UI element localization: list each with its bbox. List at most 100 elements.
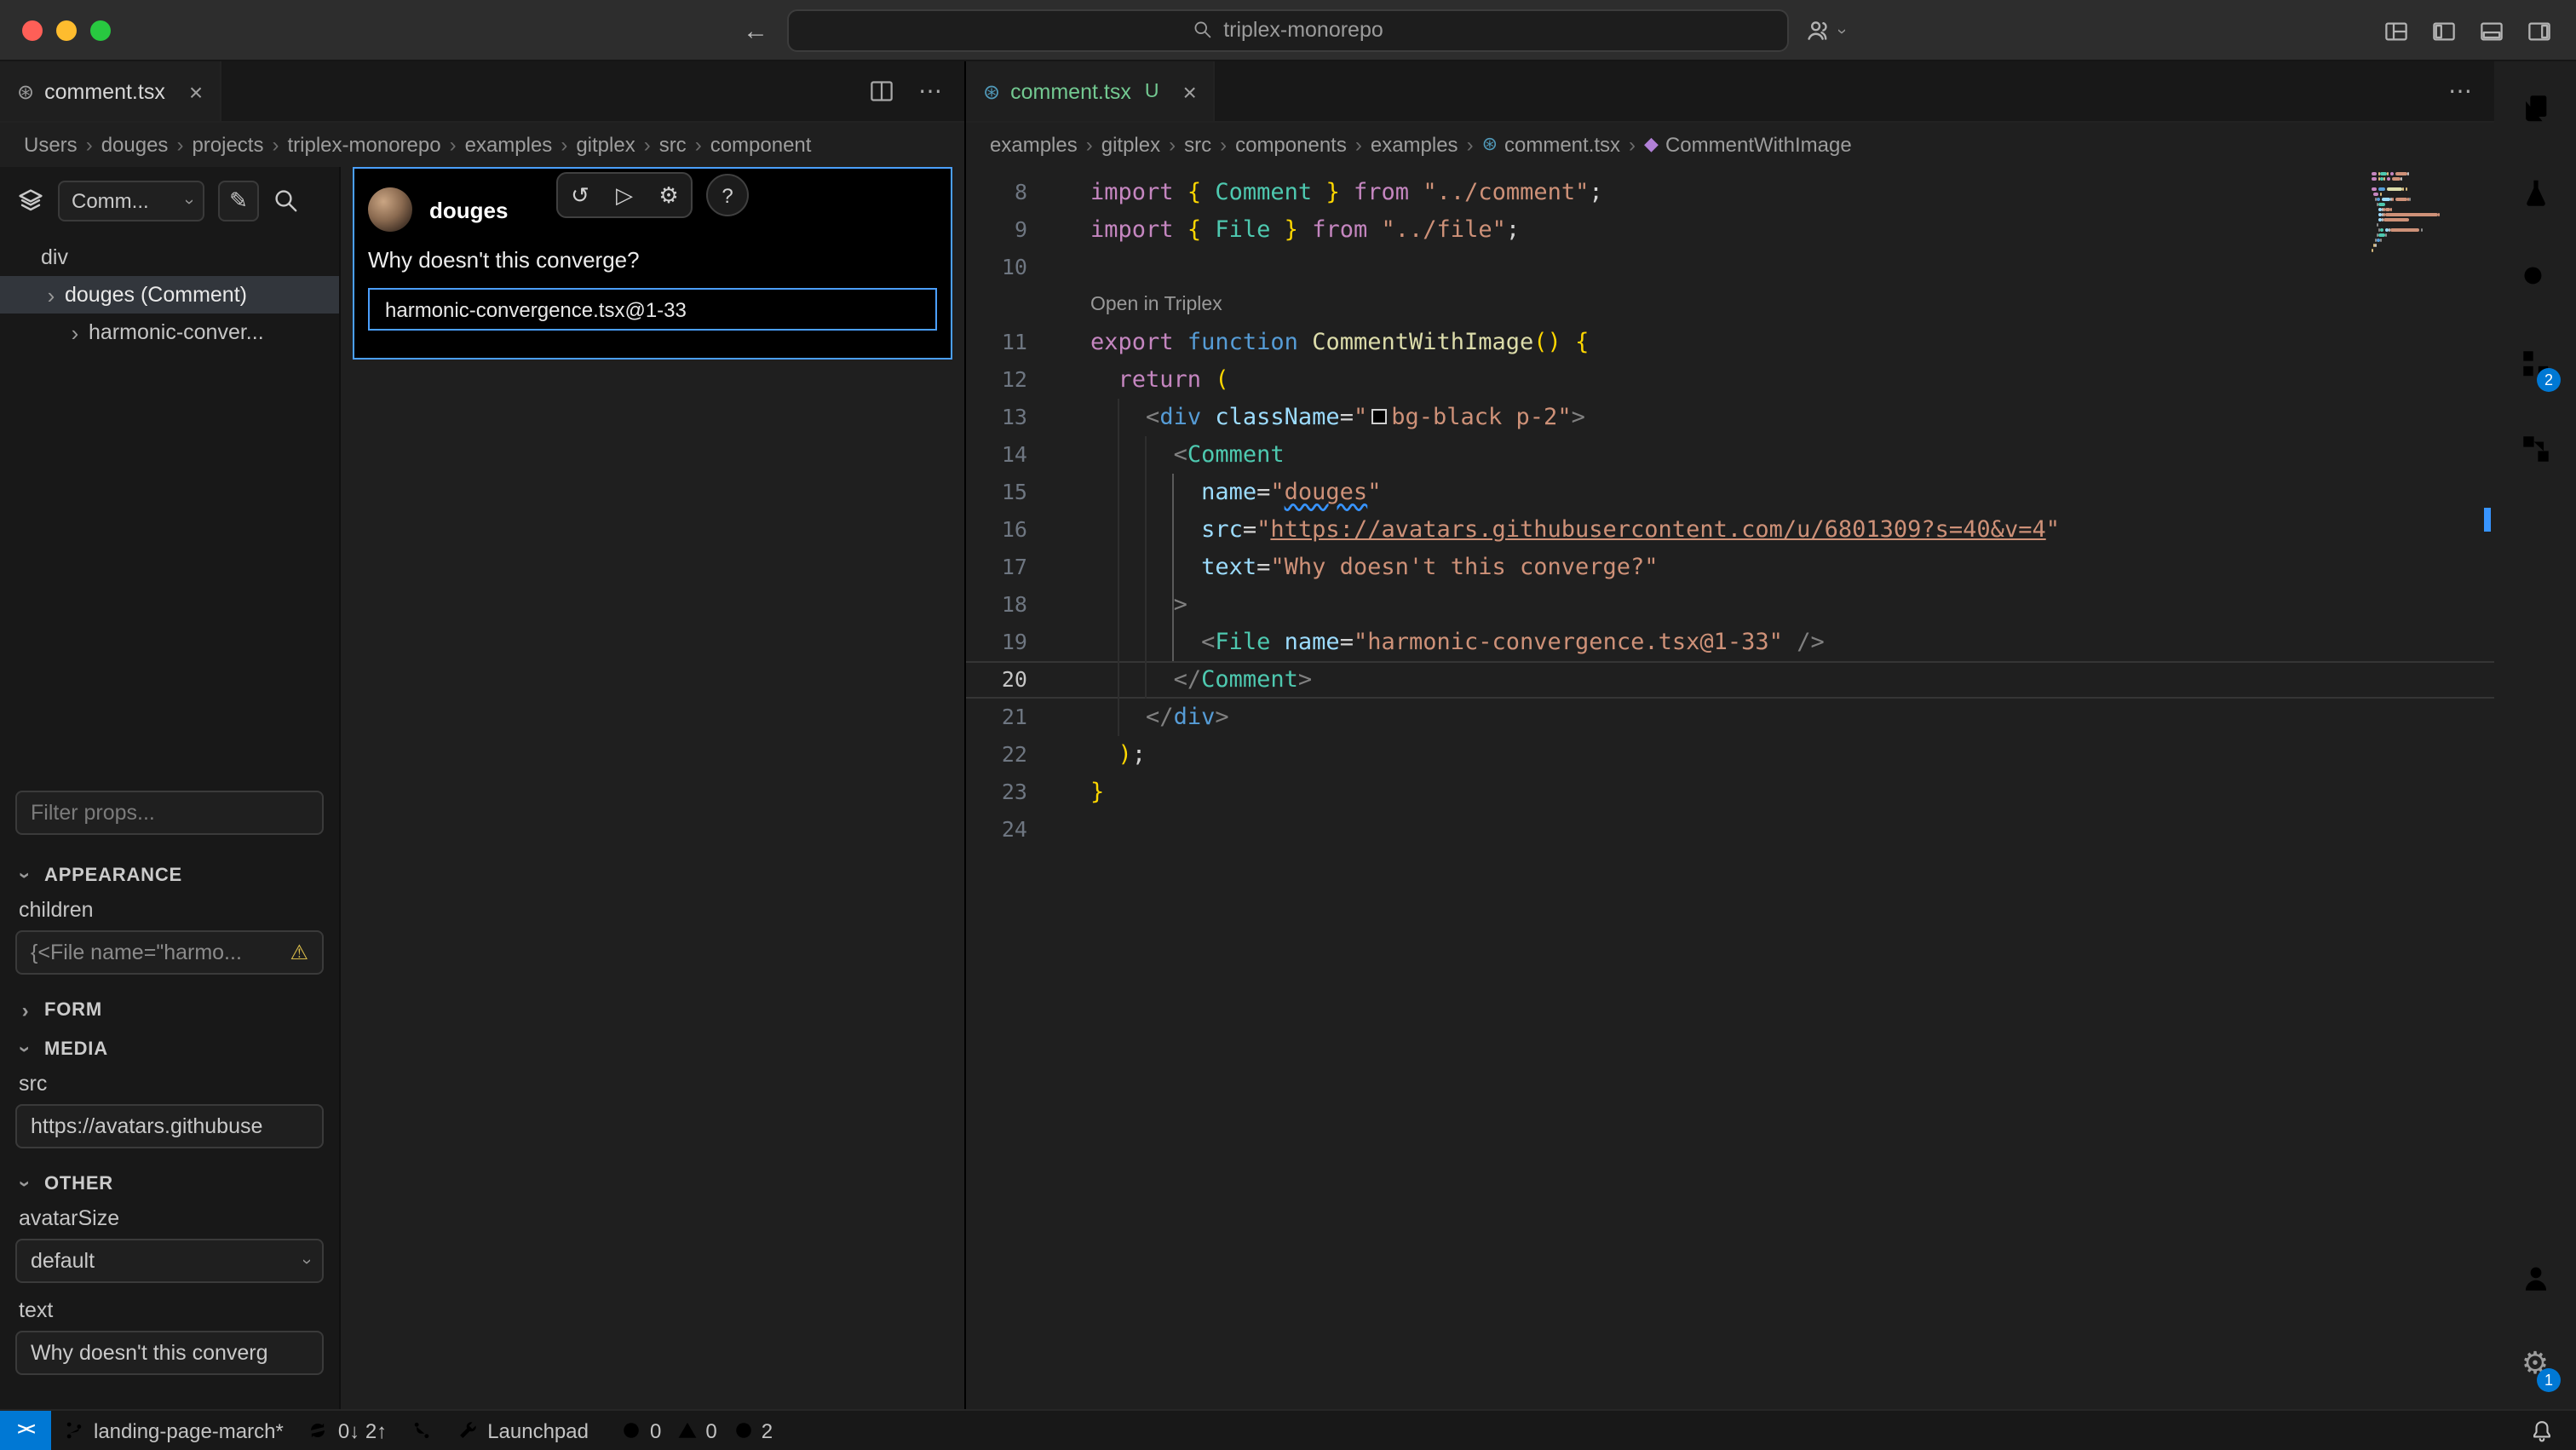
edit-component-button[interactable]: ✎ [218, 181, 259, 222]
settings-button[interactable]: ⚙1 [2494, 1321, 2576, 1406]
account-button[interactable] [2494, 1235, 2576, 1321]
code-line-22[interactable]: 22 ); [966, 736, 2494, 774]
breadcrumb-item[interactable]: ◆CommentWithImage [1644, 133, 1852, 157]
components-button[interactable] [2494, 406, 2576, 491]
branch-status[interactable]: landing-page-march* [51, 1411, 296, 1450]
code-line-18[interactable]: 18 > [966, 586, 2494, 624]
breadcrumb-item[interactable]: examples [990, 133, 1078, 157]
split-editor-icon[interactable] [869, 78, 894, 104]
line-number[interactable]: 21 [966, 699, 1051, 736]
breadcrumb-item[interactable]: gitplex [1101, 133, 1160, 157]
search-button[interactable] [2494, 235, 2576, 320]
breadcrumb-item[interactable]: triplex-monorepo [288, 133, 441, 157]
code-line-13[interactable]: 13 <div className="bg-black p-2"> [966, 399, 2494, 436]
prop-input-src[interactable]: https://avatars.githubuse [15, 1104, 324, 1148]
more-actions-icon[interactable]: ⋯ [2448, 77, 2474, 106]
line-number[interactable]: 10 [966, 249, 1051, 286]
settings-gear-button[interactable]: ⚙ [647, 174, 691, 216]
code-line-19[interactable]: 19 <File name="harmonic-convergence.tsx@… [966, 624, 2494, 661]
line-number[interactable]: 15 [966, 474, 1051, 511]
file-chip[interactable]: harmonic-convergence.tsx@1-33 [368, 288, 937, 331]
line-number[interactable]: 18 [966, 586, 1051, 624]
back-button[interactable]: ← [743, 16, 768, 45]
notifications-bell-icon[interactable] [2530, 1418, 2554, 1442]
code-line-9[interactable]: 9import { File } from "../file"; [966, 211, 2494, 249]
breadcrumb-item[interactable]: src [659, 133, 687, 157]
code-line-8[interactable]: 8import { Comment } from "../comment"; [966, 174, 2494, 211]
profiles-button[interactable]: › [1806, 0, 1844, 61]
code-line-12[interactable]: 12 return ( [966, 361, 2494, 399]
breadcrumb-item[interactable]: src [1184, 133, 1211, 157]
line-number[interactable]: 14 [966, 436, 1051, 474]
section-header-media[interactable]: ›MEDIA [15, 1029, 324, 1068]
pages-button[interactable] [2494, 65, 2576, 150]
minimap[interactable] [2372, 172, 2470, 259]
line-number[interactable]: 24 [966, 811, 1051, 849]
code-line-21[interactable]: 21 </div> [966, 699, 2494, 736]
line-number[interactable]: 11 [966, 324, 1051, 361]
preview-canvas[interactable]: douges Why doesn't this converge? harmon… [341, 167, 964, 1409]
customize-layout-button[interactable] [2383, 18, 2409, 43]
section-header-other[interactable]: ›OTHER [15, 1164, 324, 1203]
line-number[interactable]: 8 [966, 174, 1051, 211]
tree-item[interactable]: ›harmonic-conver... [0, 314, 339, 351]
toggle-primary-sidebar-button[interactable] [2431, 18, 2457, 43]
toggle-secondary-sidebar-button[interactable] [2527, 18, 2552, 43]
tree-item[interactable]: ›douges (Comment) [0, 276, 339, 314]
breadcrumb-item[interactable]: examples [465, 133, 553, 157]
breadcrumb-item[interactable]: douges [101, 133, 169, 157]
code-line-16[interactable]: 16 src="https://avatars.githubuserconten… [966, 511, 2494, 549]
chevron-right-icon[interactable]: › [37, 282, 65, 308]
code-line-10[interactable]: 10 [966, 249, 2494, 286]
prop-input-children[interactable]: {<File name="harmo...⚠ [15, 930, 324, 975]
prop-input-avatarSize[interactable]: default› [15, 1239, 324, 1283]
zoom-window-button[interactable] [90, 20, 111, 40]
minimize-window-button[interactable] [56, 20, 77, 40]
code-line-11[interactable]: 11export function CommentWithImage() { [966, 324, 2494, 361]
section-header-form[interactable]: ›FORM [15, 990, 324, 1029]
tab-comment-tsx-editor[interactable]: ⊛ comment.tsx U × [966, 61, 1216, 121]
line-number[interactable]: 19 [966, 624, 1051, 661]
codelens-open-in-triplex[interactable]: Open in Triplex [966, 286, 2494, 324]
breadcrumb-item[interactable]: component [710, 133, 812, 157]
line-number[interactable]: 13 [966, 399, 1051, 436]
component-selector[interactable]: Comm... › [58, 181, 204, 222]
tab-comment-tsx[interactable]: ⊛ comment.tsx × [0, 61, 221, 121]
more-actions-icon[interactable]: ⋯ [918, 77, 944, 106]
code-line-17[interactable]: 17 text="Why doesn't this converge?" [966, 549, 2494, 586]
command-center-search[interactable]: triplex-monorepo [787, 9, 1789, 51]
filter-props-input[interactable]: Filter props... [15, 791, 324, 835]
layers-icon[interactable] [17, 187, 44, 215]
problems-status[interactable]: 002 [601, 1411, 785, 1450]
code-line-15[interactable]: 15 name="douges" [966, 474, 2494, 511]
line-number[interactable]: 16 [966, 511, 1051, 549]
code-line-20[interactable]: 20 </Comment> [966, 661, 2494, 699]
sync-status[interactable]: 0↓ 2↑ [296, 1411, 399, 1450]
chevron-right-icon[interactable]: › [61, 319, 89, 345]
breadcrumb-item[interactable]: ⊛comment.tsx [1482, 133, 1620, 157]
breadcrumb-item[interactable]: components [1235, 133, 1347, 157]
line-number[interactable]: 23 [966, 774, 1051, 811]
remote-indicator[interactable]: >< [0, 1411, 51, 1450]
play-button[interactable]: ▷ [602, 174, 647, 216]
code-line-24[interactable]: 24 [966, 811, 2494, 849]
graph-status[interactable] [399, 1411, 445, 1450]
close-window-button[interactable] [22, 20, 43, 40]
close-tab-icon[interactable]: × [1182, 79, 1196, 103]
line-number[interactable]: 12 [966, 361, 1051, 399]
line-number[interactable]: 9 [966, 211, 1051, 249]
extensions-button[interactable]: 2 [2494, 320, 2576, 406]
breadcrumb-item[interactable]: gitplex [576, 133, 635, 157]
line-number[interactable]: 22 [966, 736, 1051, 774]
tree-item[interactable]: div [0, 239, 339, 276]
breadcrumb-item[interactable]: examples [1371, 133, 1458, 157]
undo-button[interactable]: ↺ [558, 174, 602, 216]
prop-input-text[interactable]: Why doesn't this converg [15, 1331, 324, 1375]
code-line-14[interactable]: 14 <Comment [966, 436, 2494, 474]
breadcrumb-item[interactable]: Users [24, 133, 78, 157]
testing-button[interactable] [2494, 150, 2576, 235]
section-header-appearance[interactable]: ›APPEARANCE [15, 855, 324, 895]
line-number[interactable]: 17 [966, 549, 1051, 586]
code-line-23[interactable]: 23} [966, 774, 2494, 811]
help-button[interactable]: ? [706, 174, 749, 216]
